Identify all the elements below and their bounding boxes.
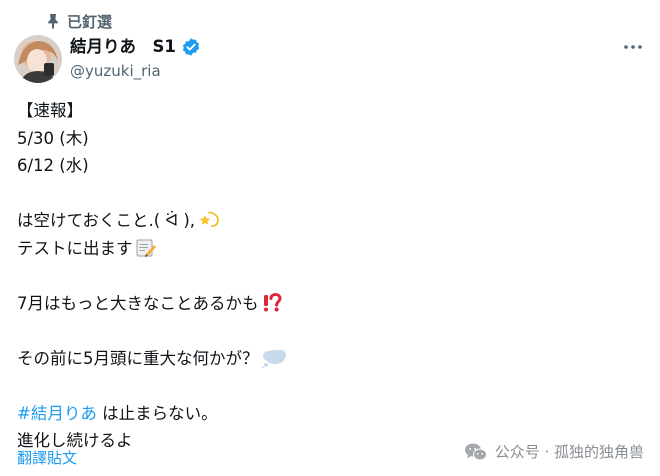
tweet-line: 5/30 (木)	[17, 128, 89, 148]
exclamation-question-emoji-icon	[263, 293, 282, 312]
memo-emoji-icon	[136, 239, 156, 258]
tweet-line: 6/12 (水)	[17, 156, 89, 175]
handle[interactable]: @yuzuki_ria	[70, 64, 201, 79]
avatar[interactable]	[14, 35, 62, 83]
tweet-text: 【速報】 5/30 (木) 6/12 (水) は空けておくこと.( ᐛ ), テ…	[17, 97, 617, 455]
pin-icon	[48, 14, 58, 29]
hashtag-link[interactable]: #結月りあ	[17, 400, 97, 428]
verified-badge-icon	[182, 38, 199, 56]
pinned-indicator: 已釘選	[47, 9, 112, 33]
watermark-text: 公众号 · 孤独的独角兽	[494, 443, 644, 461]
tweet-line: その前に5月頭に重大な何かが？	[17, 345, 617, 373]
more-options-icon[interactable]	[623, 42, 643, 52]
tweet-line: 【速報】	[17, 101, 83, 120]
name-row: 結月りあ S1	[70, 36, 201, 58]
tweet-line: テストに出ます	[17, 235, 617, 263]
thought-balloon-emoji-icon	[261, 350, 286, 369]
tweet-line: は空けておくこと.( ᐛ ),	[17, 207, 617, 235]
dizzy-star-emoji-icon	[199, 211, 219, 227]
translate-post-link[interactable]: 翻譯貼文	[17, 447, 77, 468]
watermark: 公众号 · 孤独的独角兽	[464, 441, 644, 462]
display-name[interactable]: 結月りあ S1	[70, 38, 176, 56]
wechat-icon	[464, 443, 487, 460]
pinned-label: 已釘選	[67, 12, 113, 31]
tweet-line: 7月はもっと大きなことあるかも	[17, 290, 617, 318]
author-block: 結月りあ S1 @yuzuki_ria	[70, 36, 201, 79]
tweet-line: #結月りあ は止まらない。	[17, 400, 617, 428]
